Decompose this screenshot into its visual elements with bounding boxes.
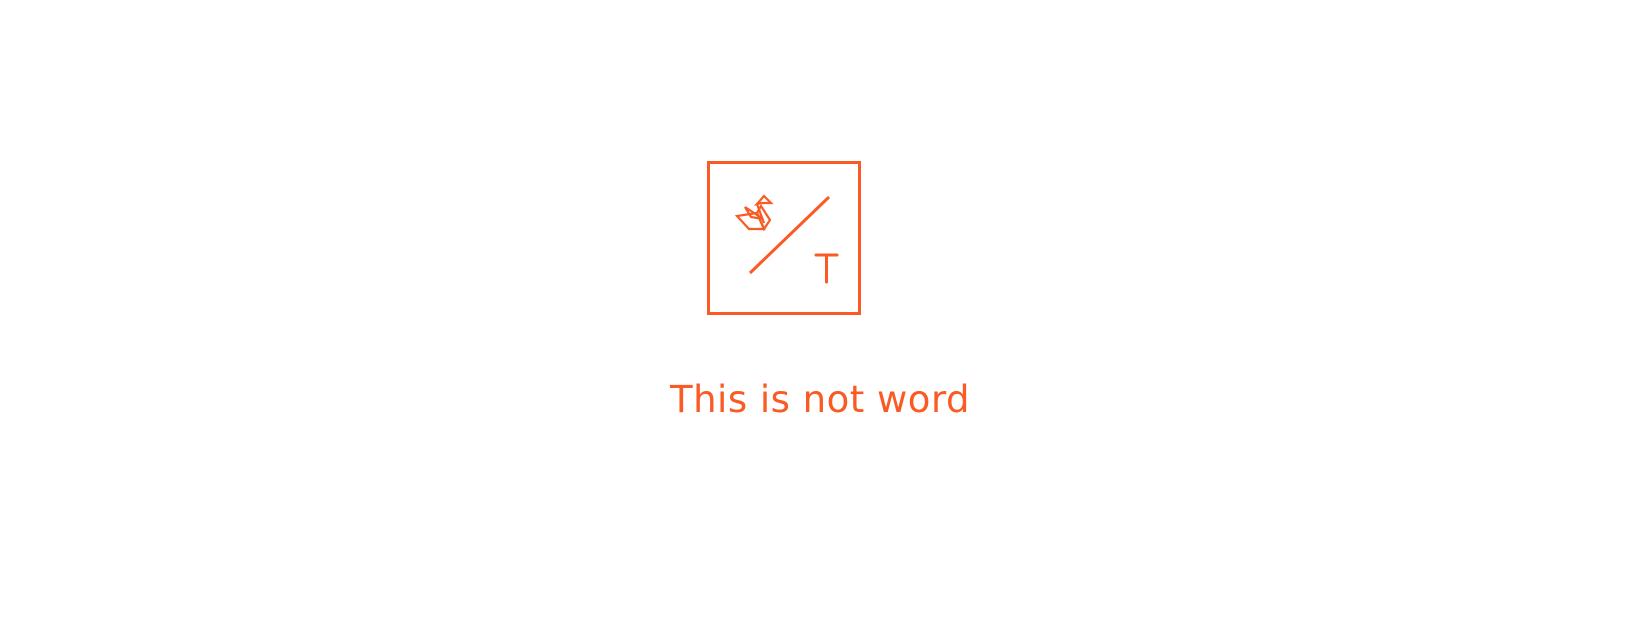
letter-t-icon (814, 253, 839, 284)
swan-slash-t-logo-icon (707, 161, 861, 315)
swan-icon (734, 194, 774, 232)
not-a-word-message: This is not word (670, 378, 970, 421)
